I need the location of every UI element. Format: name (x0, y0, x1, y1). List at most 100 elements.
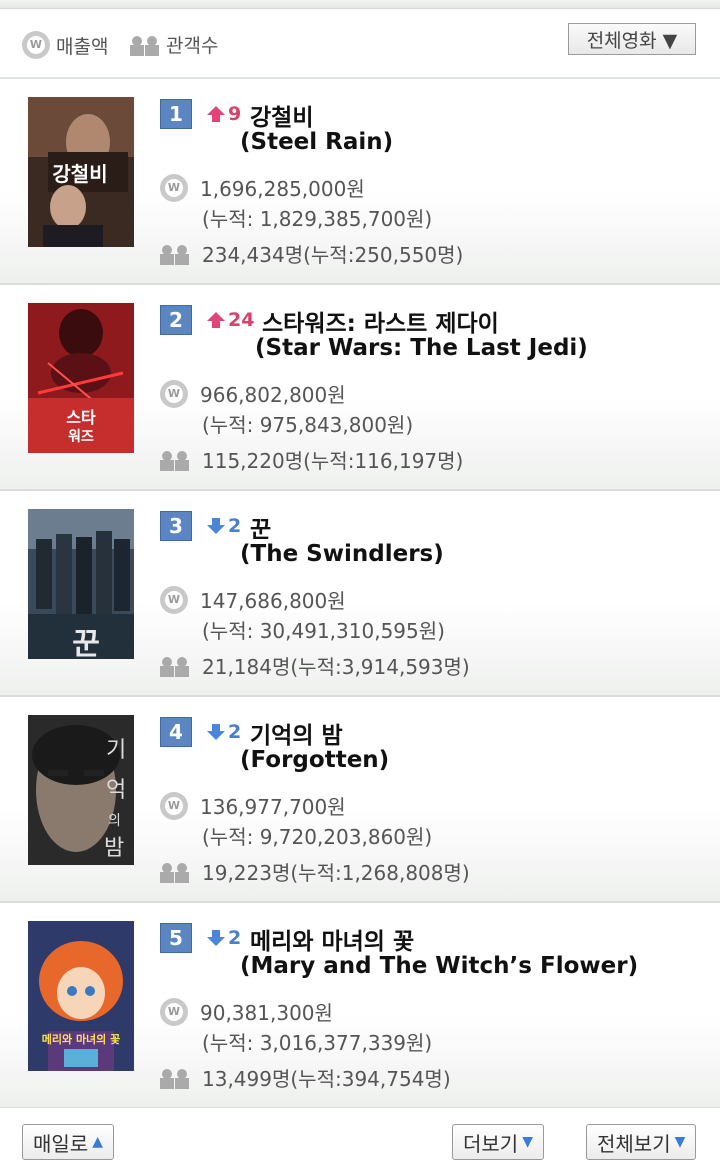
audience-count: 21,184명(누적:3,914,593명) (202, 655, 470, 679)
rank-change-value: 9 (228, 103, 242, 125)
audience-row: 19,223명(누적:1,268,808명) (160, 857, 470, 886)
movie-title-en[interactable]: (Forgotten) (240, 747, 389, 773)
movie-poster[interactable]: 기 억 의 밤 (28, 715, 134, 865)
movie-poster[interactable]: 강철비 (28, 97, 134, 247)
cumulative-sales: (누적: 975,843,800원) (202, 413, 414, 437)
svg-text:기: 기 (106, 738, 126, 763)
won-coin-icon (160, 585, 188, 614)
movie-title-ko[interactable]: 강철비 (250, 98, 313, 132)
audience-row: 13,499명(누적:394,754명) (160, 1063, 451, 1092)
legend-sales-label: 매출액 (56, 35, 109, 58)
more-button-label: 더보기 (463, 1131, 519, 1156)
movie-title-en[interactable]: (The Swindlers) (240, 541, 444, 567)
rank-change: 9 (206, 103, 241, 125)
movie-title-ko[interactable]: 스타워즈: 라스트 제다이 (262, 304, 499, 338)
people-icon (160, 861, 190, 883)
audience-row: 234,434명(누적:250,550명) (160, 239, 463, 268)
svg-text:스타: 스타 (66, 408, 96, 427)
chart-header: 매출액 관객수 전체영화 ▼ (0, 9, 720, 79)
arrow-down-icon (207, 930, 225, 946)
rank-change-value: 24 (228, 309, 255, 331)
list-item[interactable]: 꾼 3 2 꾼 (The Swindlers) 147,686,800원 (누적… (0, 491, 720, 697)
movie-poster[interactable]: 스타 워즈 (28, 303, 134, 453)
daily-sales: 147,686,800원 (200, 589, 346, 613)
people-icon (160, 655, 190, 677)
daily-sales: 90,381,300원 (200, 1001, 333, 1025)
movie-poster[interactable]: 메리와 마녀의 꽃 (28, 921, 134, 1071)
rank-badge: 5 (160, 923, 192, 953)
sales-row: 1,696,285,000원 (160, 173, 365, 202)
arrow-up-icon (207, 106, 225, 122)
audience-count: 234,434명(누적:250,550명) (202, 243, 464, 267)
people-icon (130, 34, 160, 56)
daily-sales: 136,977,700원 (200, 795, 346, 819)
sales-row: 147,686,800원 (160, 585, 346, 614)
list-item[interactable]: 메리와 마녀의 꽃 5 2 메리와 마녀의 꽃 (Mary and The Wi… (0, 903, 720, 1109)
audience-count: 115,220명(누적:116,197명) (202, 449, 464, 473)
movie-title-en[interactable]: (Star Wars: The Last Jedi) (255, 335, 588, 361)
arrow-down-icon (207, 518, 225, 534)
movie-title-ko[interactable]: 꾼 (250, 510, 271, 544)
svg-text:강철비: 강철비 (52, 162, 107, 186)
svg-text:밤: 밤 (104, 836, 124, 861)
top-border (0, 0, 720, 9)
rank-change-value: 2 (228, 927, 242, 949)
people-icon (160, 1067, 190, 1089)
cumulative-sales: (누적: 1,829,385,700원) (202, 207, 433, 231)
rank-badge: 2 (160, 305, 192, 335)
cumulative-sales: (누적: 30,491,310,595원) (202, 619, 445, 643)
svg-text:꾼: 꾼 (72, 627, 100, 659)
audience-count: 19,223명(누적:1,268,808명) (202, 861, 470, 885)
sales-row: 966,802,800원 (160, 379, 346, 408)
cumulative-sales: (누적: 9,720,203,860원) (202, 825, 433, 849)
rank-change: 24 (206, 309, 254, 331)
list-item[interactable]: 기 억 의 밤 4 2 기억의 밤 (Forgotten) 136,977,70… (0, 697, 720, 903)
arrow-down-icon (207, 724, 225, 740)
sales-row: 136,977,700원 (160, 791, 346, 820)
rank-change: 2 (206, 721, 241, 743)
movie-poster[interactable]: 꾼 (28, 509, 134, 659)
legend-sales: 매출액 (22, 31, 108, 59)
audience-row: 21,184명(누적:3,914,593명) (160, 651, 470, 680)
movie-title-en[interactable]: (Steel Rain) (240, 129, 393, 155)
list-item[interactable]: 스타 워즈 2 24 스타워즈: 라스트 제다이 (Star Wars: The… (0, 285, 720, 491)
legend-audience-label: 관객수 (166, 35, 219, 57)
sales-row: 90,381,300원 (160, 997, 333, 1026)
svg-text:의: 의 (108, 813, 121, 829)
cumulative-sales: (누적: 3,016,377,339원) (202, 1031, 433, 1055)
svg-text:메리와 마녀의 꽃: 메리와 마녀의 꽃 (42, 1032, 121, 1046)
audience-row: 115,220명(누적:116,197명) (160, 445, 463, 474)
list-item[interactable]: 강철비 1 9 강철비 (Steel Rain) 1,696,285,000원 … (0, 79, 720, 285)
daily-button-label: 매일로 (33, 1131, 89, 1156)
view-all-button[interactable]: 전체보기 ▼ (586, 1124, 697, 1160)
rank-change: 2 (206, 927, 241, 949)
svg-text:억: 억 (106, 778, 126, 803)
won-coin-icon (160, 997, 188, 1026)
svg-text:워즈: 워즈 (68, 429, 94, 445)
won-coin-icon (22, 31, 50, 59)
audience-count: 13,499명(누적:394,754명) (202, 1067, 451, 1091)
footer-bar: 매일로 ▲ 더보기 ▼ 전체보기 ▼ (0, 1108, 720, 1160)
rank-badge: 4 (160, 717, 192, 747)
legend-audience: 관객수 (130, 31, 218, 58)
daily-sales: 966,802,800원 (200, 383, 346, 407)
rank-change-value: 2 (228, 721, 242, 743)
movie-title-ko[interactable]: 기억의 밤 (250, 716, 343, 750)
won-coin-icon (160, 791, 188, 820)
won-coin-icon (160, 379, 188, 408)
rank-badge: 3 (160, 511, 192, 541)
rank-change-value: 2 (228, 515, 242, 537)
won-coin-icon (160, 173, 188, 202)
people-icon (160, 243, 190, 265)
movie-filter-select[interactable]: 전체영화 ▼ (568, 23, 696, 55)
more-button[interactable]: 더보기 ▼ (452, 1124, 544, 1160)
people-icon (160, 449, 190, 471)
rank-badge: 1 (160, 99, 192, 129)
movie-title-ko[interactable]: 메리와 마녀의 꽃 (250, 922, 414, 956)
boxoffice-list: 강철비 1 9 강철비 (Steel Rain) 1,696,285,000원 … (0, 79, 720, 1109)
rank-change: 2 (206, 515, 241, 537)
daily-button[interactable]: 매일로 ▲ (22, 1124, 114, 1160)
view-all-button-label: 전체보기 (597, 1131, 671, 1156)
movie-title-en[interactable]: (Mary and The Witch’s Flower) (240, 953, 638, 979)
daily-sales: 1,696,285,000원 (200, 177, 365, 201)
